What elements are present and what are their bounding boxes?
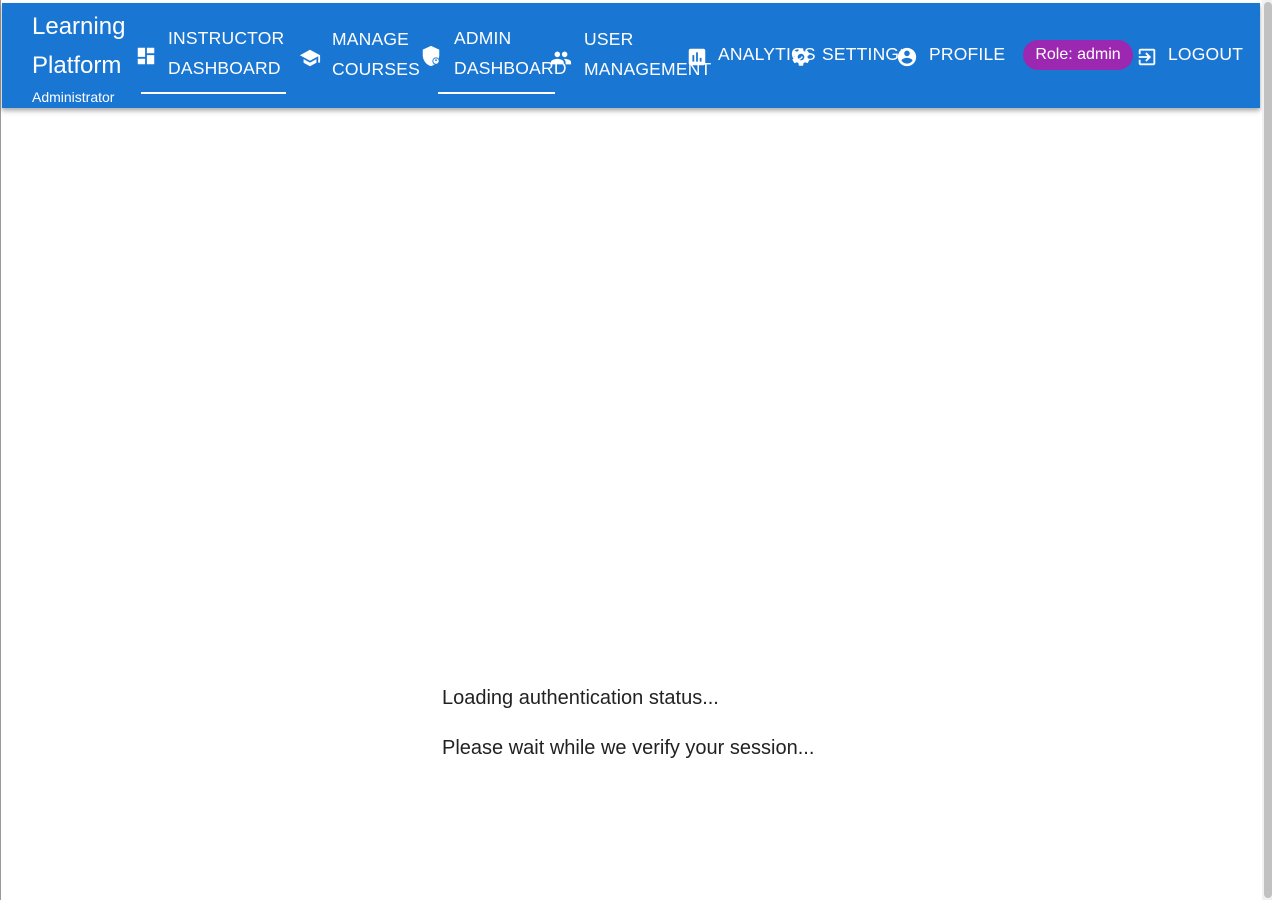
gear-icon: [790, 46, 812, 68]
people-icon: [550, 47, 572, 69]
nav-instructor-dashboard-line2: DASHBOARD: [168, 58, 281, 78]
scrollbar-thumb[interactable]: [1264, 2, 1272, 898]
nav-manage-courses[interactable]: MANAGE COURSES: [332, 24, 420, 84]
nav-instructor-dashboard-active-indicator: [141, 92, 286, 94]
dashboard-icon: [135, 45, 157, 67]
role-badge: Role: admin: [1023, 40, 1133, 70]
nav-manage-courses-line1: MANAGE: [332, 29, 410, 49]
logout-icon: [1136, 46, 1158, 68]
admin-shield-icon: [420, 45, 442, 67]
nav-instructor-dashboard-line1: INSTRUCTOR: [168, 28, 285, 48]
vertical-scrollbar[interactable]: [1262, 0, 1272, 900]
nav-profile[interactable]: PROFILE: [929, 39, 1005, 69]
loading-status-text: Loading authentication status...: [442, 687, 719, 709]
bar-chart-icon: [686, 46, 708, 68]
account-circle-icon: [896, 46, 918, 68]
app-title: Learning Platform: [32, 13, 126, 79]
nav-profile-label: PROFILE: [929, 44, 1006, 64]
browser-viewport: Learning Platform Administrator INSTRUCT…: [0, 0, 1262, 900]
session-verify-text: Please wait while we verify your session…: [442, 737, 815, 759]
nav-manage-courses-line2: COURSES: [332, 59, 420, 79]
nav-admin-dashboard-active-indicator: [438, 92, 555, 94]
brand: Learning Platform Administrator: [32, 7, 142, 105]
school-icon: [299, 47, 321, 69]
nav-instructor-dashboard[interactable]: INSTRUCTOR DASHBOARD: [168, 23, 284, 83]
app-bar: Learning Platform Administrator INSTRUCT…: [2, 3, 1260, 108]
app-subtitle: Administrator: [32, 89, 115, 105]
nav-settings-label: SETTINGS: [822, 44, 902, 64]
nav-logout-label: LOGOUT: [1168, 44, 1244, 64]
nav-settings[interactable]: SETTINGS: [822, 39, 902, 69]
nav-logout[interactable]: LOGOUT: [1168, 39, 1243, 69]
